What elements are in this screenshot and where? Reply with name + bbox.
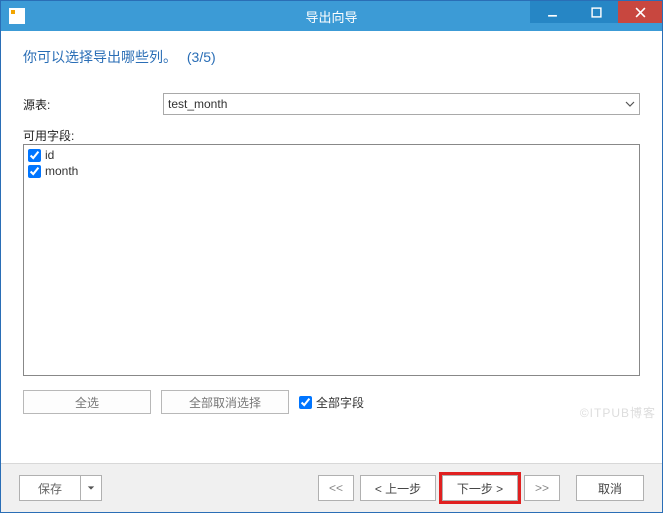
list-item[interactable]: month [28,163,635,179]
field-checkbox-month[interactable] [28,165,41,178]
export-wizard-window: 导出向导 你可以选择导出哪些列。 (3/5) 源表: test_month [0,0,663,513]
window-buttons [530,1,662,31]
wizard-footer: 保存 << < 上一步 下一步 > >> 取消 [1,463,662,512]
first-label: << [329,481,343,495]
close-button[interactable] [618,1,662,23]
fields-label: 可用字段: [23,127,163,144]
minimize-button[interactable] [530,1,574,23]
source-select[interactable]: test_month [163,93,640,115]
source-row: 源表: test_month [23,93,640,115]
source-label: 源表: [23,96,163,113]
select-all-label: 全选 [75,394,99,411]
prev-button[interactable]: < 上一步 [360,475,436,501]
titlebar: 导出向导 [1,1,662,31]
maximize-button[interactable] [574,1,618,23]
cancel-button[interactable]: 取消 [576,475,644,501]
save-label: 保存 [38,480,62,497]
field-label: month [45,163,78,179]
next-button[interactable]: 下一步 > [442,475,518,501]
deselect-all-label: 全部取消选择 [189,394,261,411]
next-label: 下一步 > [457,480,503,497]
select-all-button[interactable]: 全选 [23,390,151,414]
field-checkbox-id[interactable] [28,149,41,162]
prev-label: < 上一步 [375,480,421,497]
wizard-body: 你可以选择导出哪些列。 (3/5) 源表: test_month 可用字段: i… [1,31,662,463]
all-fields-checkbox[interactable] [299,396,312,409]
list-item[interactable]: id [28,147,635,163]
all-fields-label: 全部字段 [316,394,364,411]
heading-step: (3/5) [187,49,216,65]
field-label: id [45,147,54,163]
save-button[interactable]: 保存 [20,476,80,500]
save-dropdown-button[interactable] [80,476,101,500]
deselect-all-button[interactable]: 全部取消选择 [161,390,289,414]
app-icon [9,8,25,24]
save-split-button[interactable]: 保存 [19,475,102,501]
source-value: test_month [168,97,227,111]
first-button[interactable]: << [318,475,354,501]
last-button[interactable]: >> [524,475,560,501]
fields-listbox[interactable]: id month [23,144,640,376]
chevron-down-icon [87,484,95,492]
heading-text: 你可以选择导出哪些列。 [23,49,177,65]
cancel-label: 取消 [598,480,622,497]
selection-row: 全选 全部取消选择 全部字段 [23,390,640,414]
page-heading: 你可以选择导出哪些列。 (3/5) [23,47,640,67]
all-fields-option[interactable]: 全部字段 [299,394,364,411]
chevron-down-icon [625,98,635,112]
last-label: >> [535,481,549,495]
